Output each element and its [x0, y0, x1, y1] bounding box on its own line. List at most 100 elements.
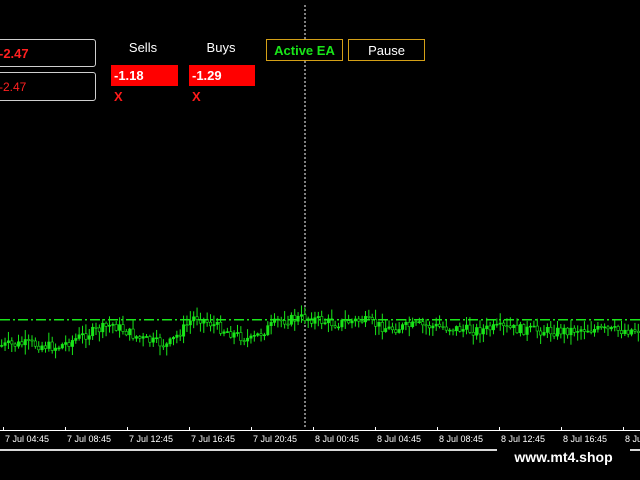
candle-body: [104, 322, 108, 327]
candle: [111, 322, 115, 334]
candle: [84, 324, 88, 348]
candle: [593, 324, 597, 337]
candle: [20, 336, 24, 348]
candle-body: [219, 322, 223, 334]
candle: [579, 326, 583, 340]
candle: [222, 329, 226, 337]
candle-body: [545, 326, 549, 333]
candle-body: [532, 325, 536, 328]
candle: [502, 319, 506, 336]
candle: [114, 321, 118, 332]
candle: [30, 335, 34, 347]
total-profit-box: -2.47: [0, 39, 96, 67]
pause-button[interactable]: Pause: [348, 39, 425, 61]
candle-body: [552, 333, 556, 337]
candle-body: [431, 325, 435, 329]
candle-body: [57, 347, 61, 350]
close-sells-button[interactable]: X: [114, 89, 123, 104]
candle: [384, 319, 388, 333]
candle-body: [30, 339, 34, 342]
candle: [424, 319, 428, 335]
candle-body: [454, 326, 458, 332]
candle-body: [259, 333, 263, 336]
close-buys-button[interactable]: X: [192, 89, 201, 104]
candle: [441, 321, 445, 331]
candle-body: [586, 330, 590, 333]
time-axis-label: 7 Jul 16:45: [191, 434, 236, 444]
candle: [616, 324, 620, 337]
buys-header: Buys: [206, 40, 236, 55]
candle-body: [576, 331, 580, 333]
candle-body: [70, 340, 74, 347]
candle: [555, 320, 559, 340]
candle-body: [404, 322, 408, 325]
time-axis-tick: [313, 427, 314, 431]
candle-body: [401, 324, 405, 330]
candle-body: [559, 327, 563, 335]
candle-body: [107, 324, 111, 327]
candle-body: [619, 330, 623, 334]
candle: [417, 317, 421, 324]
candle-body: [212, 324, 216, 327]
buys-profit-value: -1.29: [192, 68, 222, 83]
price-chart[interactable]: [0, 0, 640, 430]
candle: [155, 329, 159, 343]
candle-body: [232, 332, 236, 338]
candle-body: [138, 336, 142, 339]
candle-body: [562, 327, 566, 335]
candle-body: [347, 320, 351, 324]
active-ea-button[interactable]: Active EA: [266, 39, 343, 61]
candle: [296, 312, 300, 326]
candle: [633, 322, 637, 334]
candle-body: [182, 324, 186, 337]
candle: [124, 328, 128, 337]
candle: [249, 333, 253, 344]
time-axis-label: 8 Jul 04:45: [377, 434, 422, 444]
candle-body: [414, 321, 418, 324]
candle: [626, 324, 630, 338]
candle-body: [91, 326, 95, 337]
time-axis-label: 8 Jul 00:45: [315, 434, 360, 444]
candle: [357, 316, 361, 328]
candle: [454, 325, 458, 336]
buys-profit-box: -1.29: [189, 65, 255, 86]
candle-body: [599, 326, 603, 328]
candle-body: [468, 324, 472, 333]
time-axis-tick: [375, 427, 376, 431]
candle: [401, 322, 405, 334]
candle-body: [360, 320, 364, 323]
candle-body: [134, 336, 138, 339]
candle: [37, 341, 41, 353]
candle: [377, 321, 381, 335]
time-axis-tick: [189, 427, 190, 431]
candle: [613, 320, 617, 332]
candle-body: [242, 340, 246, 342]
candle-body: [542, 332, 546, 336]
candle: [545, 323, 549, 338]
candle-body: [252, 335, 256, 337]
candle-body: [515, 324, 519, 334]
chart-canvas[interactable]: [0, 0, 640, 430]
candle-body: [225, 331, 229, 333]
candle: [43, 341, 47, 353]
candle-body: [114, 324, 118, 331]
candle-body: [316, 316, 320, 319]
candle-body: [299, 314, 303, 317]
candle: [101, 318, 105, 339]
candle-body: [323, 322, 327, 325]
candle: [229, 326, 233, 339]
candle: [246, 329, 250, 348]
candle: [367, 309, 371, 320]
candle: [276, 315, 280, 328]
candle-body: [478, 327, 482, 335]
candle: [67, 338, 71, 352]
candle: [0, 339, 4, 348]
candle: [390, 322, 394, 334]
candle: [313, 311, 317, 330]
candle: [465, 316, 469, 335]
candle: [542, 325, 546, 337]
candle: [94, 322, 98, 336]
candle: [471, 324, 475, 345]
candle: [619, 320, 623, 339]
time-axis-label: 8 Jul 08:45: [439, 434, 484, 444]
